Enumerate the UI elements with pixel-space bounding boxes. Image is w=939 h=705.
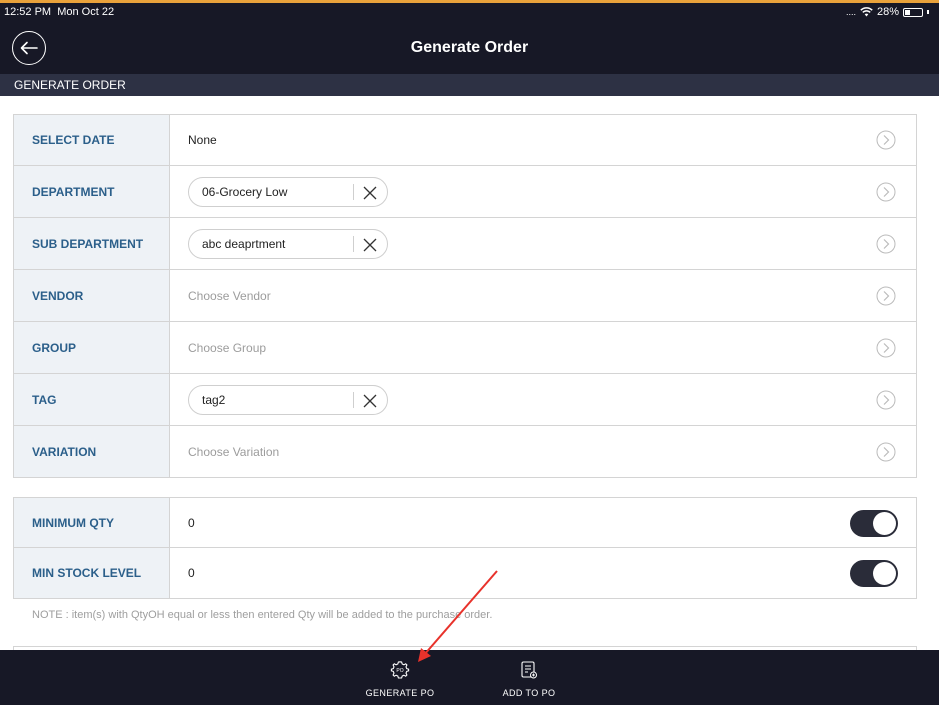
chevron-right-icon[interactable] bbox=[876, 442, 896, 462]
wifi-icon bbox=[860, 7, 873, 17]
status-bar: 12:52 PM Mon Oct 22 .... 28% bbox=[0, 3, 939, 22]
chip-text: abc deaprtment bbox=[202, 236, 286, 251]
document-add-icon bbox=[521, 661, 537, 679]
tag-value: tag2 bbox=[170, 374, 916, 425]
status-date: Mon Oct 22 bbox=[57, 6, 115, 18]
toggle-knob bbox=[873, 562, 896, 585]
nav-bar: Generate Order bbox=[0, 22, 939, 74]
generate-po-button[interactable]: PO GENERATE PO bbox=[362, 660, 438, 698]
chip-divider bbox=[353, 391, 354, 408]
row-variation[interactable]: VARIATION Choose Variation bbox=[14, 426, 916, 477]
vendor-placeholder: Choose Vendor bbox=[188, 288, 271, 303]
battery-nub bbox=[927, 10, 929, 14]
row-label: SUB DEPARTMENT bbox=[14, 218, 170, 269]
chevron-right-icon[interactable] bbox=[876, 182, 896, 202]
chevron-right-icon[interactable] bbox=[876, 234, 896, 254]
sub-department-value: abc deaprtment bbox=[170, 218, 916, 269]
variation-placeholder: Choose Variation bbox=[188, 444, 280, 459]
battery-icon bbox=[903, 7, 923, 17]
tag-chip: tag2 bbox=[188, 384, 388, 415]
gear-po-icon: PO bbox=[390, 661, 410, 679]
row-group[interactable]: GROUP Choose Group bbox=[14, 322, 916, 374]
row-label: MIN STOCK LEVEL bbox=[14, 548, 170, 598]
row-label: DEPARTMENT bbox=[14, 166, 170, 217]
generate-po-label: GENERATE PO bbox=[365, 688, 435, 698]
row-select-date[interactable]: SELECT DATE None bbox=[14, 115, 916, 166]
filters-table: SELECT DATE None DEPARTMENT 06-Grocery L… bbox=[13, 114, 917, 478]
chip-divider bbox=[353, 235, 354, 252]
row-department[interactable]: DEPARTMENT 06-Grocery Low bbox=[14, 166, 916, 218]
department-value: 06-Grocery Low bbox=[170, 166, 916, 217]
min-stock-level-toggle[interactable] bbox=[850, 560, 898, 587]
status-indicators: .... 28% bbox=[846, 6, 929, 18]
minimum-qty-input[interactable]: 0 bbox=[170, 498, 916, 547]
svg-text:PO: PO bbox=[396, 668, 403, 674]
row-label: VENDOR bbox=[14, 270, 170, 321]
add-to-po-label: ADD TO PO bbox=[502, 688, 556, 698]
row-label: SELECT DATE bbox=[14, 115, 170, 165]
row-label: VARIATION bbox=[14, 426, 170, 477]
row-label: TAG bbox=[14, 374, 170, 425]
min-stock-level-input[interactable]: 0 bbox=[170, 548, 916, 598]
department-chip: 06-Grocery Low bbox=[188, 176, 388, 207]
row-label: GROUP bbox=[14, 322, 170, 373]
chip-text: 06-Grocery Low bbox=[202, 184, 288, 199]
row-sub-department[interactable]: SUB DEPARTMENT abc deaprtment bbox=[14, 218, 916, 270]
sub-department-chip: abc deaprtment bbox=[188, 228, 388, 259]
chevron-right-icon[interactable] bbox=[876, 130, 896, 150]
row-min-stock-level: MIN STOCK LEVEL 0 bbox=[14, 548, 916, 598]
chevron-right-icon[interactable] bbox=[876, 338, 896, 358]
chip-divider bbox=[353, 183, 354, 200]
chevron-right-icon[interactable] bbox=[876, 390, 896, 410]
minimum-qty-toggle[interactable] bbox=[850, 509, 898, 537]
row-label: MINIMUM QTY bbox=[14, 498, 170, 547]
qty-note: NOTE : item(s) with QtyOH equal or less … bbox=[32, 609, 493, 621]
signal-dots: .... bbox=[845, 7, 856, 17]
row-tag[interactable]: TAG tag2 bbox=[14, 374, 916, 426]
select-date-value: None bbox=[188, 133, 217, 147]
status-time: 12:52 PM bbox=[4, 6, 52, 18]
close-icon[interactable] bbox=[361, 392, 379, 410]
bottom-toolbar bbox=[0, 650, 939, 705]
group-placeholder: Choose Group bbox=[188, 340, 267, 355]
status-time-date: 12:52 PM Mon Oct 22 bbox=[4, 6, 114, 18]
close-icon[interactable] bbox=[361, 236, 379, 254]
chevron-right-icon[interactable] bbox=[876, 286, 896, 306]
qty-table: MINIMUM QTY 0 MIN STOCK LEVEL 0 bbox=[13, 497, 917, 599]
row-vendor[interactable]: VENDOR Choose Vendor bbox=[14, 270, 916, 322]
section-header: GENERATE ORDER bbox=[0, 74, 939, 96]
close-icon[interactable] bbox=[361, 184, 379, 202]
battery-percent: 28% bbox=[876, 6, 899, 18]
row-minimum-qty: MINIMUM QTY 0 bbox=[14, 498, 916, 548]
add-to-po-button[interactable]: ADD TO PO bbox=[494, 660, 564, 698]
chip-text: tag2 bbox=[202, 392, 226, 407]
toggle-knob bbox=[873, 511, 896, 535]
page-title: Generate Order bbox=[410, 39, 529, 56]
